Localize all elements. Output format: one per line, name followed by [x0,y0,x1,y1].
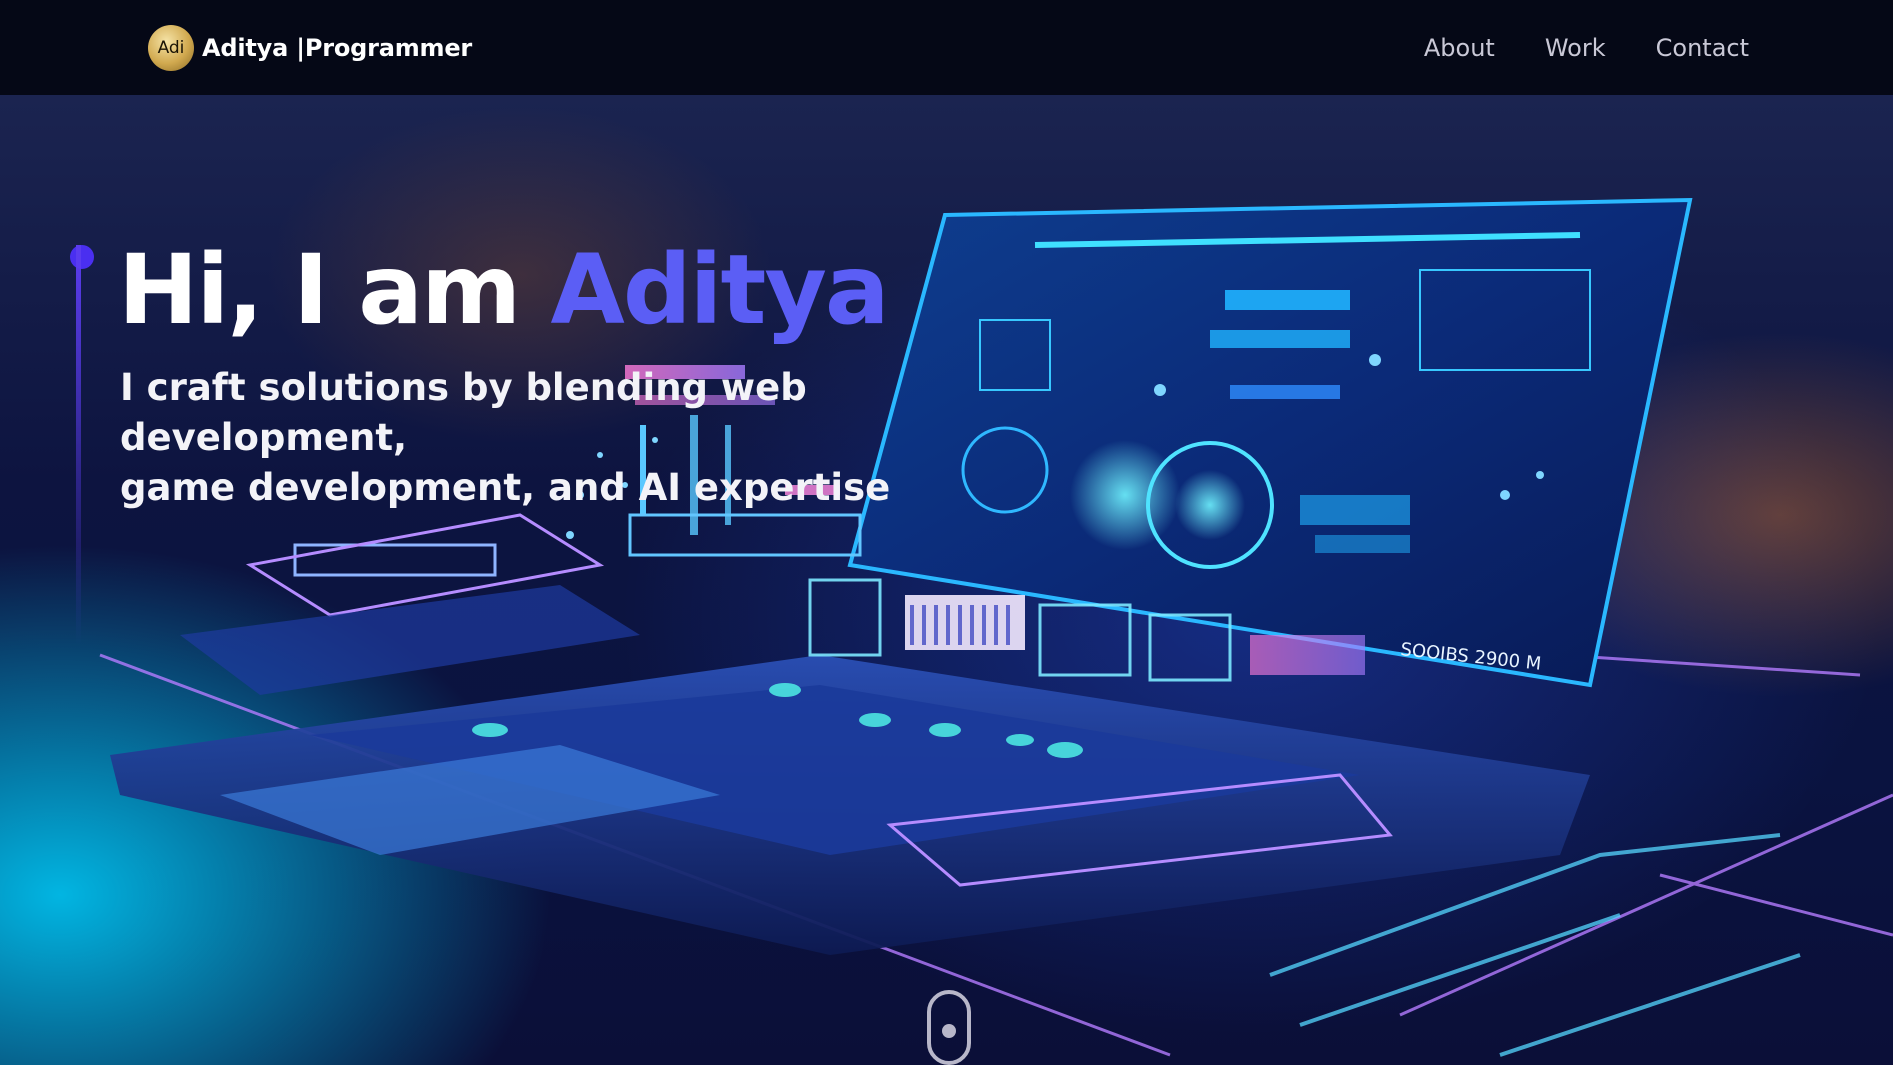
nav-link-work[interactable]: Work [1545,34,1606,62]
hero-title: Hi, I am Aditya [118,234,890,346]
nav-link-contact[interactable]: Contact [1656,34,1749,62]
scroll-dot [942,1024,956,1038]
nav-links: About Work Contact [1424,34,1749,62]
navbar: Adi Aditya |Programmer About Work Contac… [0,0,1893,95]
hero-greeting: Hi, I am [118,234,551,346]
brand-title: Aditya |Programmer [202,33,473,62]
brand-link[interactable]: Adi Aditya |Programmer [148,24,473,71]
nav-link-about[interactable]: About [1424,34,1495,62]
hero-subtitle: I craft solutions by blending web develo… [120,363,1080,513]
hero-section: SOOIBS 2900 M Hi, I am Aditya I craft so… [0,95,1893,1065]
hero-accent-dot [70,245,94,269]
logo-badge: Adi [148,24,194,71]
hero-subtitle-line1: I craft solutions by blending web develo… [120,366,807,459]
hero-subtitle-line2: game development, and AI expertise [120,466,891,509]
hero-accent-line [76,245,81,645]
mouse-scroll-icon[interactable] [927,990,971,1065]
hero-name: Aditya [550,234,890,346]
